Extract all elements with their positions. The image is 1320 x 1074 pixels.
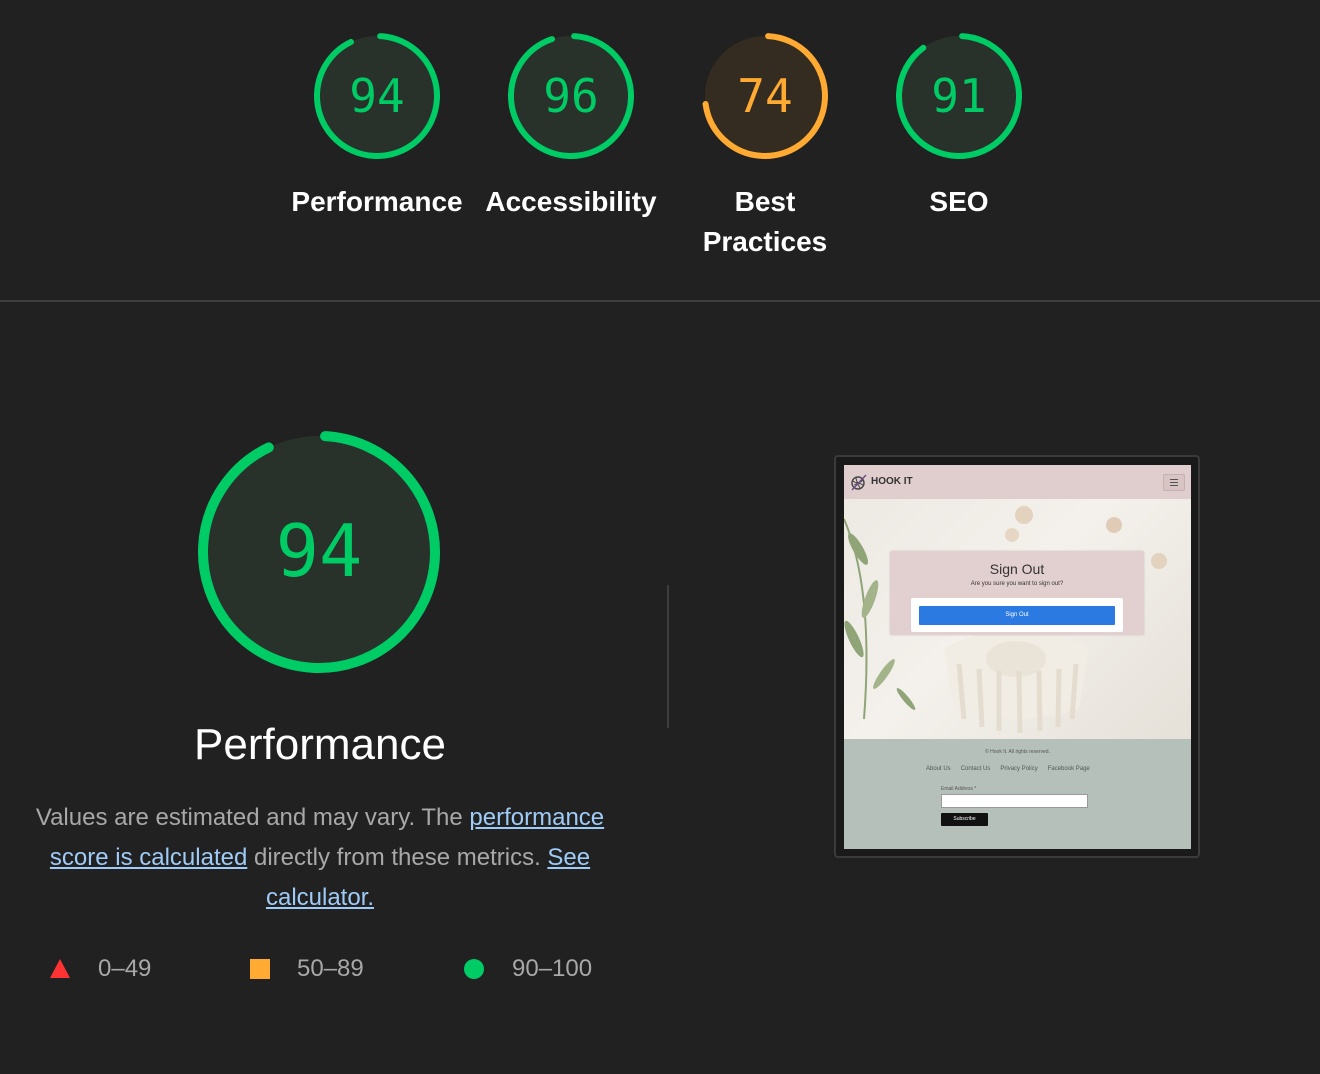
gauge-accessibility-ring: 96 (508, 32, 634, 159)
performance-gauge-large: 94 (195, 428, 443, 676)
gauge-performance-ring: 94 (314, 32, 440, 159)
footer-link: About Us (926, 766, 951, 772)
gauge-seo-ring: 91 (896, 32, 1022, 159)
footer-copyright: © Hook It. All rights reserved. (985, 749, 1050, 755)
triangle-icon (50, 959, 70, 978)
circle-icon (464, 959, 484, 979)
score-legend: 0–49 50–89 90–100 (0, 952, 660, 988)
subscribe-button: Subscribe (941, 813, 988, 826)
performance-gauge-ring: 94 (198, 431, 440, 673)
gauge-label: SEO (929, 186, 989, 217)
gauge-accessibility[interactable]: 96 Accessibility (481, 30, 661, 222)
modal-card: Sign Out (911, 598, 1123, 632)
modal-title: Sign Out (989, 561, 1045, 577)
legend-range: 50–89 (297, 955, 364, 982)
legend-range: 0–49 (98, 955, 152, 982)
signout-button: Sign Out (919, 606, 1115, 625)
gauge-score: 96 (543, 69, 598, 123)
gauge-performance[interactable]: 94 Performance (287, 30, 467, 222)
screenshot-brand: HOOK IT (871, 476, 913, 487)
gauge-score: 74 (737, 69, 792, 123)
section-divider (0, 300, 1320, 302)
modal-subtitle: Are you sure you want to sign out? (970, 581, 1064, 587)
gauge-label: Accessibility (485, 186, 657, 217)
screenshot-footer: © Hook It. All rights reserved. About Us… (844, 739, 1191, 849)
email-field (941, 794, 1088, 808)
yarn-ball-icon (851, 474, 867, 491)
gauge-score: 91 (931, 69, 986, 123)
performance-description: Values are estimated and may vary. The p… (20, 798, 620, 918)
footer-link: Facebook Page (1047, 766, 1090, 772)
signout-modal: Sign Out Are you sure you want to sign o… (890, 551, 1144, 635)
gauge-label: Best Practices (702, 186, 828, 257)
gauge-best-practices-ring: 74 (702, 32, 828, 159)
square-icon (250, 959, 270, 979)
screenshot-hero-image: Sign Out Are you sure you want to sign o… (844, 499, 1191, 739)
vertical-separator (667, 585, 669, 728)
footer-link: Privacy Policy (1000, 766, 1038, 772)
performance-title: Performance (194, 720, 446, 769)
legend-range: 90–100 (512, 955, 593, 982)
final-screenshot-frame[interactable]: HOOK IT Sign Out Are you sure you want t… (834, 455, 1200, 858)
gauge-best-practices[interactable]: 74 Best Practices (675, 30, 855, 262)
gauge-score: 94 (349, 69, 404, 123)
category-gauges: 94 Performance 96 Accessibility 74 Best … (0, 0, 1320, 300)
gauge-label: Performance (291, 186, 463, 217)
final-screenshot: HOOK IT Sign Out Are you sure you want t… (844, 465, 1191, 849)
footer-links: About Us Contact Us Privacy Policy Facebook… (926, 766, 1100, 772)
gauge-seo[interactable]: 91 SEO (869, 30, 1049, 222)
footer-link: Contact Us (960, 766, 991, 772)
description-prefix: Values are estimated and may vary. The (35, 804, 470, 831)
screenshot-header: HOOK IT (844, 465, 1191, 499)
email-label: Email Address * (941, 786, 977, 792)
performance-score: 94 (276, 509, 363, 593)
description-middle: directly from these metrics. (247, 844, 548, 871)
hamburger-menu-icon (1163, 474, 1185, 491)
